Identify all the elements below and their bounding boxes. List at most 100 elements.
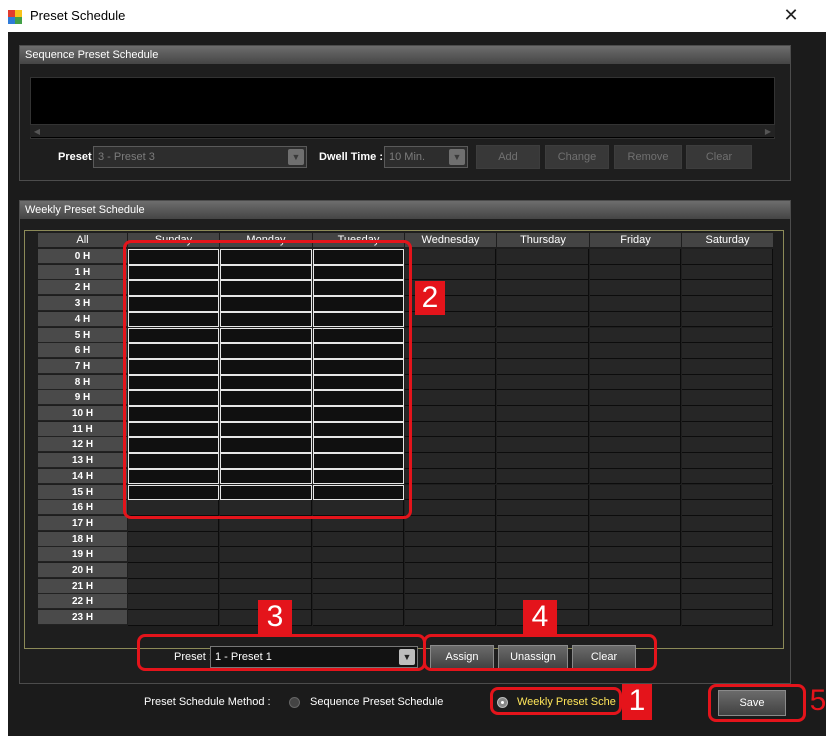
schedule-cell[interactable] [590, 280, 681, 297]
hour-label[interactable]: 9 H [38, 390, 127, 406]
schedule-cell[interactable] [405, 468, 496, 485]
schedule-cell[interactable] [590, 264, 681, 281]
schedule-cell[interactable] [590, 515, 681, 532]
scroll-left-icon[interactable]: ◀ [30, 125, 44, 138]
schedule-cell[interactable] [497, 374, 589, 391]
hour-label[interactable]: 5 H [38, 327, 127, 343]
schedule-cell[interactable] [220, 578, 312, 595]
schedule-cell[interactable] [590, 578, 681, 595]
schedule-cell[interactable] [682, 264, 773, 281]
schedule-cell[interactable] [682, 578, 773, 595]
hour-label[interactable]: 23 H [38, 610, 127, 626]
schedule-cell[interactable] [682, 280, 773, 297]
seq-clear-button[interactable]: Clear [686, 145, 752, 169]
sequence-method-radio[interactable] [289, 697, 300, 708]
close-icon[interactable]: ✕ [780, 5, 802, 27]
schedule-cell[interactable] [313, 563, 404, 579]
hour-label[interactable]: 17 H [38, 515, 127, 531]
schedule-cell[interactable] [497, 468, 589, 485]
schedule-cell[interactable] [682, 468, 773, 485]
hour-label[interactable]: 13 H [38, 453, 127, 469]
hour-label[interactable]: 1 H [38, 264, 127, 280]
schedule-cell[interactable] [682, 374, 773, 391]
schedule-cell[interactable] [313, 594, 404, 611]
schedule-cell[interactable] [405, 374, 496, 391]
schedule-cell[interactable] [590, 500, 681, 516]
schedule-cell[interactable] [128, 531, 219, 548]
schedule-cell[interactable] [497, 515, 589, 532]
schedule-cell[interactable] [590, 468, 681, 485]
schedule-cell[interactable] [497, 531, 589, 548]
schedule-cell[interactable] [590, 390, 681, 406]
schedule-cell[interactable] [497, 296, 589, 312]
schedule-cell[interactable] [682, 437, 773, 454]
hour-label[interactable]: 4 H [38, 311, 127, 327]
schedule-cell[interactable] [590, 484, 681, 501]
schedule-cell[interactable] [682, 563, 773, 579]
hour-label[interactable]: 22 H [38, 594, 127, 610]
schedule-cell[interactable] [682, 311, 773, 328]
schedule-cell[interactable] [128, 594, 219, 611]
schedule-cell[interactable] [497, 453, 589, 469]
hour-label[interactable]: 15 H [38, 484, 127, 500]
hour-label[interactable]: 3 H [38, 296, 127, 312]
all-header[interactable]: All [38, 233, 127, 247]
schedule-cell[interactable] [682, 390, 773, 406]
schedule-cell[interactable] [590, 343, 681, 359]
schedule-cell[interactable] [590, 421, 681, 438]
schedule-cell[interactable] [497, 547, 589, 563]
schedule-cell[interactable] [497, 406, 589, 422]
schedule-cell[interactable] [497, 280, 589, 297]
schedule-cell[interactable] [220, 547, 312, 563]
day-header-wednesday[interactable]: Wednesday [405, 233, 496, 247]
schedule-cell[interactable] [497, 500, 589, 516]
schedule-cell[interactable] [590, 327, 681, 344]
schedule-cell[interactable] [497, 264, 589, 281]
day-header-friday[interactable]: Friday [590, 233, 681, 247]
hour-label[interactable]: 8 H [38, 374, 127, 390]
schedule-cell[interactable] [313, 578, 404, 595]
schedule-cell[interactable] [405, 578, 496, 595]
hour-label[interactable]: 11 H [38, 421, 127, 437]
schedule-cell[interactable] [405, 547, 496, 563]
schedule-cell[interactable] [682, 531, 773, 548]
schedule-cell[interactable] [682, 327, 773, 344]
schedule-cell[interactable] [682, 484, 773, 501]
schedule-cell[interactable] [590, 358, 681, 375]
schedule-cell[interactable] [497, 563, 589, 579]
hour-label[interactable]: 18 H [38, 531, 127, 547]
schedule-cell[interactable] [682, 406, 773, 422]
hour-label[interactable]: 6 H [38, 343, 127, 359]
schedule-cell[interactable] [405, 453, 496, 469]
schedule-cell[interactable] [405, 421, 496, 438]
schedule-cell[interactable] [405, 563, 496, 579]
schedule-cell[interactable] [590, 453, 681, 469]
hour-label[interactable]: 19 H [38, 547, 127, 563]
schedule-cell[interactable] [590, 296, 681, 312]
schedule-cell[interactable] [682, 358, 773, 375]
schedule-cell[interactable] [405, 515, 496, 532]
hour-label[interactable]: 0 H [38, 249, 127, 264]
schedule-cell[interactable] [405, 249, 496, 265]
schedule-cell[interactable] [405, 594, 496, 611]
hour-label[interactable]: 12 H [38, 437, 127, 453]
schedule-cell[interactable] [590, 374, 681, 391]
schedule-cell[interactable] [497, 421, 589, 438]
schedule-cell[interactable] [497, 327, 589, 344]
hour-label[interactable]: 14 H [38, 468, 127, 484]
schedule-cell[interactable] [590, 531, 681, 548]
schedule-cell[interactable] [128, 547, 219, 563]
hour-label[interactable]: 2 H [38, 280, 127, 296]
schedule-cell[interactable] [590, 594, 681, 611]
scroll-right-icon[interactable]: ▶ [761, 125, 775, 138]
hour-label[interactable]: 16 H [38, 500, 127, 516]
schedule-cell[interactable] [497, 390, 589, 406]
schedule-cell[interactable] [220, 563, 312, 579]
schedule-cell[interactable] [682, 594, 773, 611]
schedule-cell[interactable] [497, 358, 589, 375]
schedule-cell[interactable] [405, 358, 496, 375]
schedule-cell[interactable] [590, 610, 681, 626]
schedule-cell[interactable] [313, 547, 404, 563]
schedule-cell[interactable] [405, 484, 496, 501]
schedule-cell[interactable] [682, 296, 773, 312]
